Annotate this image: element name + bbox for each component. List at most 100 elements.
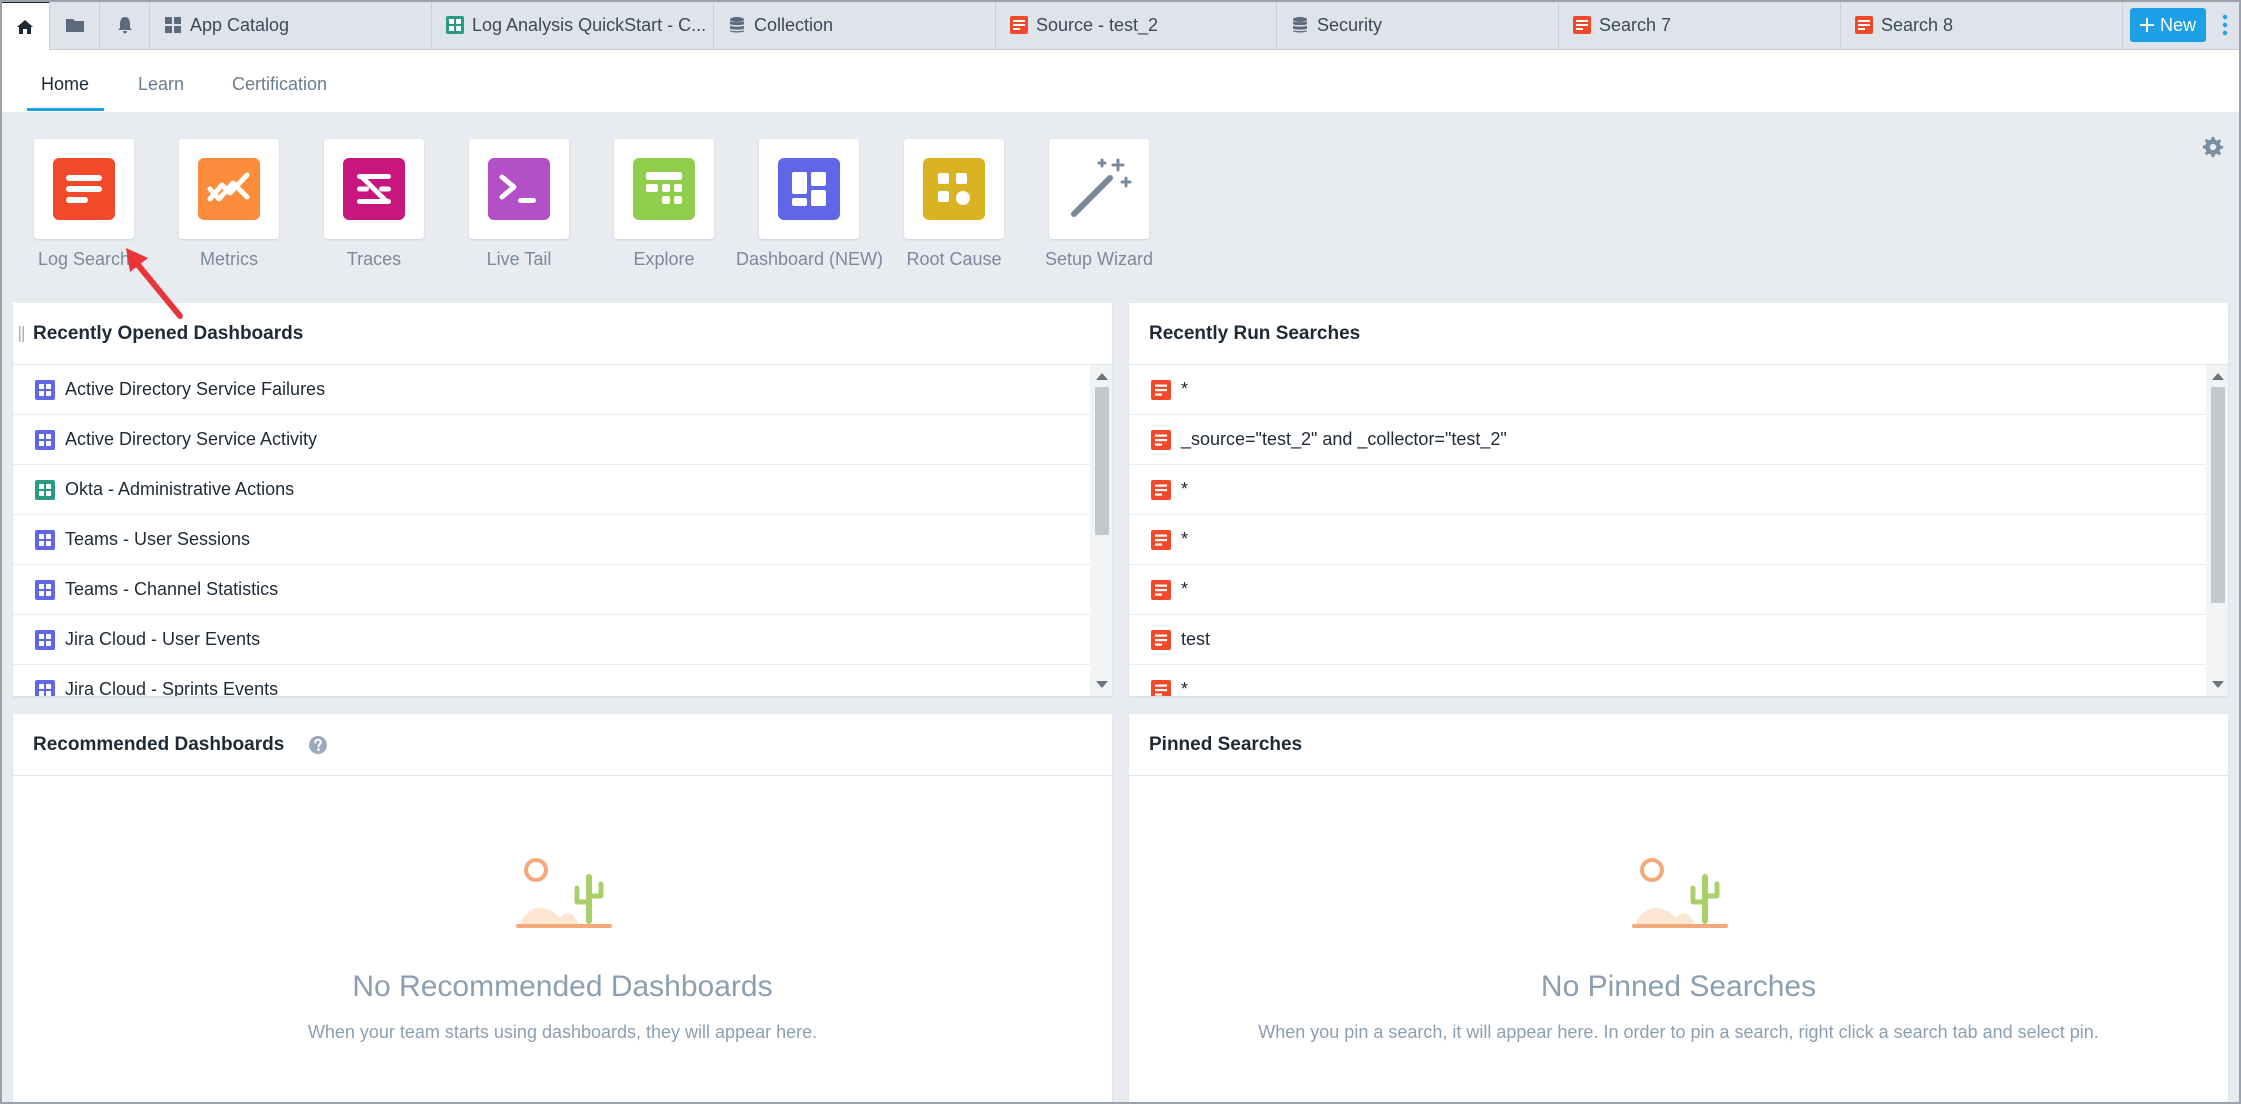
app-card <box>469 139 569 239</box>
panel-title: Recommended Dashboards <box>33 733 285 755</box>
app-traces[interactable]: Traces <box>301 139 447 270</box>
recommended-dashboards-panel: Recommended Dashboards No Recommended Da… <box>13 714 1112 1104</box>
empty-title: No Pinned Searches <box>1540 970 1817 1003</box>
list-item-label: Jira Cloud - Sprints Events <box>65 679 279 696</box>
tab-search-7[interactable]: Search 7 <box>1559 0 1841 50</box>
log-search-icon <box>53 158 115 220</box>
app-explore[interactable]: Explore <box>591 139 737 270</box>
app-root-cause[interactable]: Root Cause <box>881 139 1027 270</box>
list-item[interactable]: * <box>1129 515 2206 565</box>
dashboard-icon <box>35 579 55 600</box>
scrollbar-thumb[interactable] <box>1095 387 1109 535</box>
list-item[interactable]: test <box>1129 615 2206 665</box>
app-live-tail[interactable]: Live Tail <box>446 139 592 270</box>
recent-searches-panel: Recently Run Searches * _source="test_2"… <box>1129 303 2228 696</box>
list-item[interactable]: Jira Cloud - User Events <box>13 615 1090 665</box>
empty-desert-illustration <box>516 858 612 928</box>
list-item[interactable]: * <box>1129 665 2206 696</box>
empty-desert-illustration <box>1632 858 1728 928</box>
tab-label: App Catalog <box>190 14 290 35</box>
metrics-icon <box>198 158 260 220</box>
app-card <box>904 139 1004 239</box>
app-card <box>34 139 134 239</box>
pinned-searches-panel: Pinned Searches No Pinned Searches When … <box>1129 714 2228 1104</box>
tab-app-catalog[interactable]: App Catalog <box>150 0 432 50</box>
app-launcher: Log Search Metrics Traces Live Tail Expl… <box>0 112 2241 302</box>
log-search-icon <box>1010 16 1028 34</box>
tab-label: Log Analysis QuickStart - C... <box>472 14 707 35</box>
list-item[interactable]: Teams - Channel Statistics <box>13 565 1090 615</box>
home-icon <box>16 19 33 34</box>
dashboard-icon <box>446 16 464 34</box>
app-dashboard-new[interactable]: Dashboard (NEW) <box>736 139 883 270</box>
list-item[interactable]: * <box>1129 365 2206 415</box>
scroll-down-icon[interactable] <box>2212 681 2224 688</box>
app-card <box>614 139 714 239</box>
log-search-icon <box>1151 579 1171 600</box>
tab-log-analysis-quickstart[interactable]: Log Analysis QuickStart - C... <box>432 0 714 50</box>
list-item[interactable]: * <box>1129 565 2206 615</box>
database-icon <box>730 17 744 33</box>
app-label: Explore <box>633 249 695 269</box>
log-search-icon <box>1855 16 1873 34</box>
app-label: Setup Wizard <box>1044 249 1154 269</box>
tab-collection[interactable]: Collection <box>714 0 996 50</box>
app-label: Traces <box>346 249 402 269</box>
list-item[interactable]: Active Directory Service Failures <box>13 365 1090 415</box>
log-search-icon <box>1573 16 1591 34</box>
app-card <box>1049 139 1149 239</box>
tab-security[interactable]: Security <box>1277 0 1559 50</box>
scroll-down-icon[interactable] <box>1096 681 1108 688</box>
scroll-up-icon[interactable] <box>1096 373 1108 380</box>
home-tab-button[interactable] <box>0 0 50 50</box>
panel-header: Recommended Dashboards <box>13 714 1112 776</box>
more-options-icon[interactable] <box>2222 13 2228 37</box>
list-item[interactable]: Jira Cloud - Sprints Events <box>13 665 1090 696</box>
plus-icon <box>2139 18 2154 32</box>
magic-wand-icon <box>1071 158 1132 217</box>
app-label: Root Cause <box>906 249 1002 269</box>
annotation-arrow <box>126 248 183 319</box>
list-item[interactable]: Active Directory Service Activity <box>13 415 1090 465</box>
tab-label: Security <box>1317 14 1383 35</box>
empty-title: No Recommended Dashboards <box>352 970 773 1003</box>
alerts-tab-button[interactable] <box>100 0 150 50</box>
tab-label: Collection <box>754 14 834 35</box>
list-item-label: test <box>1181 629 1211 649</box>
scrollbar[interactable] <box>2206 365 2228 696</box>
app-setup-wizard[interactable]: Setup Wizard <box>1026 139 1172 270</box>
log-search-icon <box>1151 429 1171 450</box>
panel-header: Recently Run Searches <box>1129 303 2228 365</box>
list-item-label: Okta - Administrative Actions <box>65 479 295 499</box>
panel-header: Pinned Searches <box>1129 714 2228 776</box>
panel-title: Recently Run Searches <box>1149 322 1361 344</box>
dashboard-icon <box>35 629 55 650</box>
list-item[interactable]: _source="test_2" and _collector="test_2" <box>1129 415 2206 465</box>
new-button[interactable]: New <box>2130 8 2206 42</box>
list-item[interactable]: Okta - Administrative Actions <box>13 465 1090 515</box>
subnav-home[interactable]: Home <box>41 74 89 95</box>
list-item-label: * <box>1181 679 1189 696</box>
gear-icon[interactable] <box>2202 136 2224 158</box>
scrollbar-thumb[interactable] <box>2211 387 2225 603</box>
new-button-label: New <box>2159 14 2196 35</box>
list-item[interactable]: * <box>1129 465 2206 515</box>
help-icon[interactable] <box>308 735 328 755</box>
list-item[interactable]: Teams - User Sessions <box>13 515 1090 565</box>
scrollbar[interactable] <box>1090 365 1112 696</box>
database-icon <box>1293 17 1307 33</box>
log-search-icon <box>1151 379 1171 400</box>
list-item-label: Active Directory Service Failures <box>65 379 326 399</box>
empty-state: No Pinned Searches When you pin a search… <box>1129 970 2228 1043</box>
tab-label: Search 8 <box>1881 14 1954 35</box>
drag-handle-icon[interactable] <box>19 325 25 342</box>
subnav-certification[interactable]: Certification <box>232 74 327 95</box>
dashboard-icon <box>35 679 55 696</box>
library-tab-button[interactable] <box>50 0 100 50</box>
tab-source-test-2[interactable]: Source - test_2 <box>996 0 1277 50</box>
list-item-label: Teams - Channel Statistics <box>65 579 279 599</box>
tab-search-8[interactable]: Search 8 <box>1841 0 2123 50</box>
scroll-up-icon[interactable] <box>2212 373 2224 380</box>
subnav-learn[interactable]: Learn <box>138 74 184 95</box>
empty-state: No Recommended Dashboards When your team… <box>13 970 1112 1043</box>
